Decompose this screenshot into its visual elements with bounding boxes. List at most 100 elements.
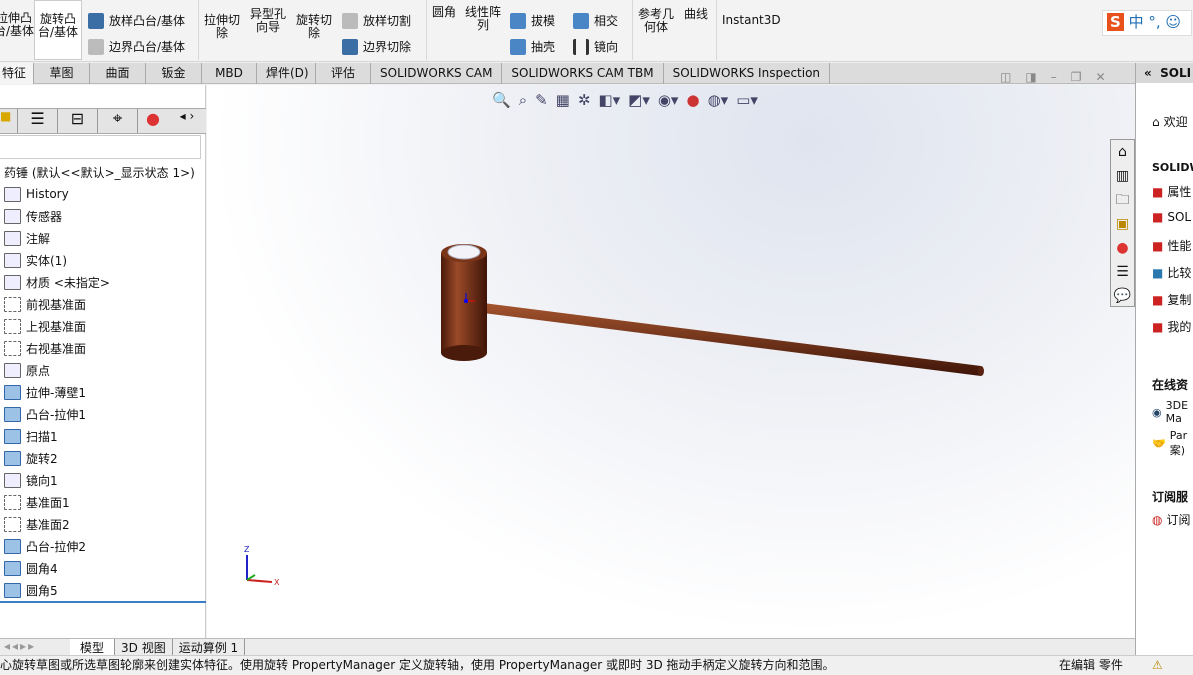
tree-item[interactable]: 圆角4 — [4, 558, 58, 578]
tab-scroll-arrows[interactable]: ◂ › — [168, 109, 206, 133]
tree-item-label: 圆角4 — [26, 561, 58, 576]
rollback-bar[interactable] — [0, 601, 206, 603]
globe-sw-icon: ◍ — [1152, 512, 1163, 527]
tab-evaluate[interactable]: 评估 — [316, 63, 371, 84]
hammer-head — [441, 253, 487, 353]
loft-cut-button[interactable]: 放样切割 — [342, 12, 411, 29]
tree-item[interactable]: 凸台-拉伸2 — [4, 536, 86, 556]
design-library-icon[interactable]: ▥ — [1111, 164, 1134, 188]
tab-cam-tbm[interactable]: SOLIDWORKS CAM TBM — [502, 63, 664, 84]
label: 旋转切 除 — [296, 13, 333, 40]
previous-window-icon[interactable]: ◫ — [1000, 70, 1011, 84]
fillet-icon — [4, 560, 21, 576]
filter-box[interactable] — [0, 135, 201, 159]
revolve-boss-button[interactable]: 旋转凸 台/基体 — [34, 0, 82, 60]
fillet-button[interactable]: 圆角 — [432, 6, 456, 19]
loft-boss-button[interactable]: 放样凸台/基体 — [88, 12, 185, 29]
plane-icon — [4, 340, 21, 356]
restore-icon[interactable]: ❐ — [1071, 70, 1082, 84]
forum-icon[interactable]: 💬 — [1111, 284, 1134, 308]
boundary-cut-button[interactable]: 边界切除 — [342, 38, 411, 55]
property-manager-tab-icon[interactable]: ☰ — [18, 109, 58, 133]
solidworks-resource-item[interactable]: ■ 属性 — [1152, 183, 1191, 200]
label: Par 案) — [1169, 429, 1188, 457]
tab-scroll-arrows[interactable]: ◂◂▸▸ — [0, 639, 70, 655]
hole-wizard-button[interactable]: 异型孔 向导 — [250, 8, 286, 34]
tab-cam[interactable]: SOLIDWORKS CAM — [371, 63, 503, 84]
tree-item[interactable]: 上视基准面 — [4, 316, 86, 336]
tree-item[interactable]: 材质 <未指定> — [4, 272, 110, 292]
revolve-cut-button[interactable]: 旋转切 除 — [296, 14, 332, 40]
minimize-icon[interactable]: – — [1051, 70, 1057, 84]
tree-item[interactable]: 凸台-拉伸1 — [4, 404, 86, 424]
tab-motion-study[interactable]: 运动算例 1 — [173, 639, 246, 655]
online-item-3dexperience[interactable]: ◉ 3DE Ma — [1152, 399, 1193, 425]
tree-root[interactable]: 药锤 (默认<<默认>_显示状态 1>) — [4, 162, 195, 182]
tree-item-label: 凸台-拉伸1 — [26, 407, 86, 422]
tab-3d-view[interactable]: 3D 视图 — [115, 639, 173, 655]
plane-icon — [4, 296, 21, 312]
tab-inspection[interactable]: SOLIDWORKS Inspection — [664, 63, 831, 84]
instant3d-button[interactable]: Instant3D — [722, 14, 781, 27]
tree-item[interactable]: 前视基准面 — [4, 294, 86, 314]
tab-features[interactable]: 特征 — [0, 63, 34, 84]
welcome-link[interactable]: ⌂ 欢迎 — [1152, 113, 1188, 130]
tree-item-label: 扫描1 — [26, 429, 58, 444]
intersect-button[interactable]: 相交 — [573, 12, 618, 29]
solidworks-resource-item[interactable]: ■ 复制 — [1152, 291, 1191, 308]
tab-model[interactable]: 模型 — [70, 639, 116, 655]
solidworks-resource-item[interactable]: ■ 性能 — [1152, 237, 1191, 254]
appearances-icon[interactable]: ● — [1111, 236, 1134, 260]
close-icon[interactable]: ✕ — [1095, 70, 1105, 84]
tab-sketch[interactable]: 草图 — [34, 63, 90, 84]
linear-pattern-button[interactable]: 线性阵 列 — [465, 6, 501, 32]
next-window-icon[interactable]: ◨ — [1025, 70, 1036, 84]
collapse-icon[interactable]: « — [1144, 66, 1152, 80]
tree-item[interactable]: 基准面2 — [4, 514, 70, 534]
task-pane-header: « SOLI — [1136, 63, 1193, 83]
tree-item[interactable]: 基准面1 — [4, 492, 70, 512]
solidworks-resource-item[interactable]: ■ 我的 — [1152, 318, 1191, 335]
rebuild-icon[interactable]: ⚠ — [1152, 656, 1163, 675]
configuration-manager-tab-icon[interactable]: ⊟ — [58, 109, 98, 133]
extrude-cut-button[interactable]: 拉伸切 除 — [204, 14, 240, 40]
mirror-button[interactable]: 镜向 — [573, 38, 618, 55]
dimxpert-tab-icon[interactable]: ⌖ — [98, 109, 138, 133]
tree-item-label: 拉伸-薄壁1 — [26, 385, 86, 400]
extrude-boss-button[interactable]: 拉伸凸 台/基体 — [0, 12, 34, 38]
label: 比较 — [1167, 266, 1192, 280]
tree-item[interactable]: 原点 — [4, 360, 50, 380]
subscription-item[interactable]: ◍ 订阅 — [1152, 511, 1191, 528]
view-palette-icon[interactable]: ▣ — [1111, 212, 1134, 236]
tree-item[interactable]: 扫描1 — [4, 426, 58, 446]
tab-surface[interactable]: 曲面 — [90, 63, 146, 84]
tree-item[interactable]: 传感器 — [4, 206, 62, 226]
tree-item[interactable]: 旋转2 — [4, 448, 58, 468]
solidworks-resource-item[interactable]: ■ 比较 — [1152, 264, 1191, 281]
curves-button[interactable]: 曲线 — [684, 8, 708, 21]
boundary-boss-button[interactable]: 边界凸台/基体 — [88, 38, 185, 55]
custom-properties-icon[interactable]: ☰ — [1111, 260, 1134, 284]
file-explorer-icon[interactable]: 🗀 — [1111, 188, 1134, 212]
feature-tree-tab-icon[interactable]: ■ — [0, 109, 18, 133]
tree-item[interactable]: 镜向1 — [4, 470, 58, 490]
shell-button[interactable]: 抽壳 — [510, 38, 555, 55]
label: Instant3D — [722, 13, 781, 27]
tab-mbd[interactable]: MBD — [202, 63, 257, 84]
tree-item[interactable]: 实体(1) — [4, 250, 67, 270]
tab-sheet-metal[interactable]: 钣金 — [146, 63, 202, 84]
tree-item[interactable]: 圆角5 — [4, 580, 58, 600]
tree-item[interactable]: 拉伸-薄壁1 — [4, 382, 86, 402]
ime-toolbar[interactable]: S 中 °, ☺ — [1102, 10, 1192, 36]
tab-weldments[interactable]: 焊件(D) — [257, 63, 316, 84]
tree-item[interactable]: History — [4, 184, 69, 204]
home-icon[interactable]: ⌂ — [1111, 140, 1134, 164]
graphics-viewport[interactable]: 🔍 ⌕ ✎ ▦ ✲ ◧▾ ◩▾ ◉▾ ● ◍▾ ▭▾ ZX — [207, 85, 1135, 638]
tree-item[interactable]: 右视基准面 — [4, 338, 86, 358]
draft-button[interactable]: 拔模 — [510, 12, 555, 29]
reference-geometry-button[interactable]: 参考几 何体 — [638, 8, 674, 34]
tree-item[interactable]: 注解 — [4, 228, 50, 248]
online-item-partner[interactable]: 🤝 Par 案) — [1152, 429, 1193, 458]
solidworks-resource-item[interactable]: ■ SOL — [1152, 210, 1191, 224]
display-manager-tab-icon[interactable]: ● — [138, 109, 168, 133]
